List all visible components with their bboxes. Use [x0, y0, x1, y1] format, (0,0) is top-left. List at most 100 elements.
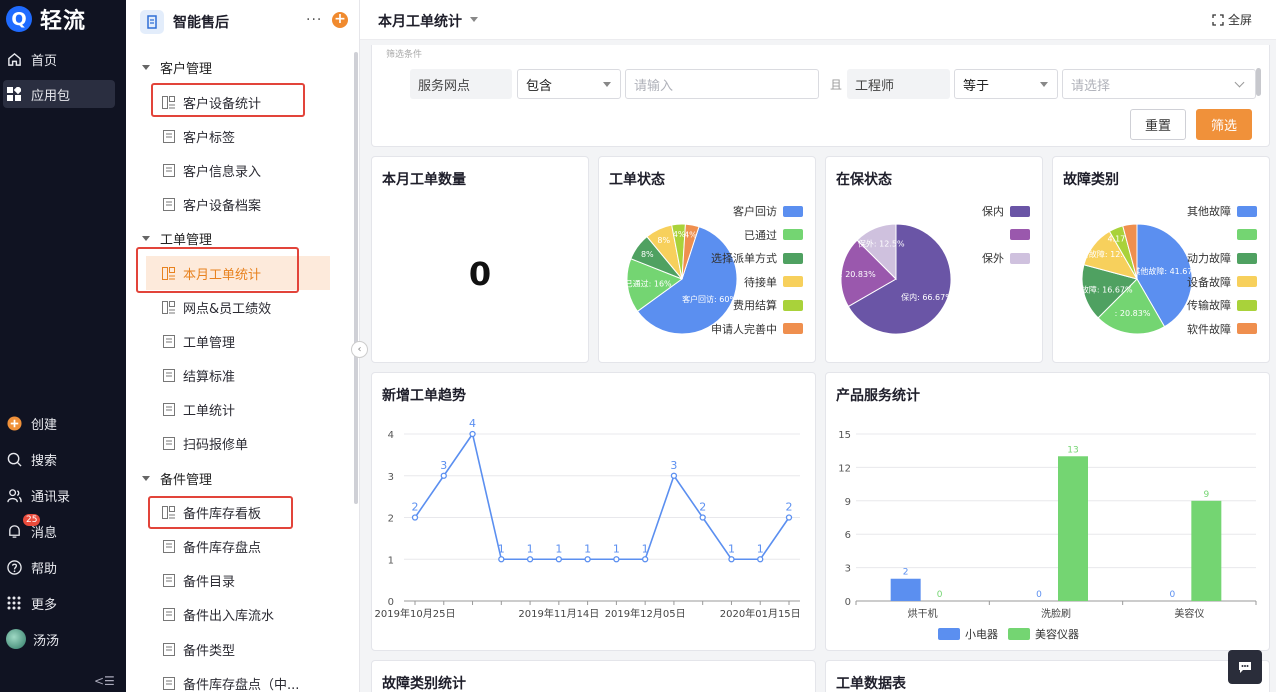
add-item-button[interactable]: +: [332, 12, 348, 28]
trend-point[interactable]: [728, 556, 735, 563]
bar[interactable]: [1058, 456, 1088, 601]
page-title[interactable]: 本月工单统计: [378, 11, 462, 31]
filter-op-engineer-select[interactable]: 等于: [954, 69, 1058, 99]
sidebar-item-label: 客户信息录入: [183, 164, 262, 180]
trend-point[interactable]: [670, 472, 678, 479]
legend-item[interactable]: 动力故障: [1187, 251, 1257, 265]
x-tick-label: 2019年11月14日: [518, 607, 599, 620]
sidebar-item-parts-stocktake-mid[interactable]: 备件库存盘点（中...: [146, 669, 330, 692]
sidebar-item-scan-repair[interactable]: 扫码报修单: [146, 429, 330, 457]
brand-name: 轻流: [40, 9, 87, 34]
trend-point[interactable]: [440, 472, 447, 479]
legend-item[interactable]: [1231, 228, 1257, 242]
trend-point[interactable]: [498, 556, 505, 563]
fullscreen-button[interactable]: 全屏: [1212, 11, 1252, 28]
chat-support-button[interactable]: [1228, 650, 1262, 684]
title-dropdown-icon[interactable]: [470, 17, 478, 22]
sidebar-item-settlement-standard[interactable]: 结算标准: [146, 361, 330, 389]
nav-item-more[interactable]: 更多: [0, 589, 126, 617]
nav-item-create[interactable]: 创建: [0, 409, 126, 437]
bar[interactable]: [1191, 500, 1222, 601]
group-customer-management[interactable]: 客户管理: [142, 57, 212, 77]
sidebar-scrollbar[interactable]: [354, 52, 358, 504]
card-fault-type: 故障类别 其他故障: 41.67%: 20.83% 动力故障: 16.67% 设备故…: [1052, 156, 1270, 363]
legend-item[interactable]: 费用结算: [733, 298, 803, 312]
trend-point[interactable]: [699, 514, 706, 521]
legend-swatch[interactable]: [938, 628, 960, 640]
sidebar-item-monthly-order-stats[interactable]: 本月工单统计: [146, 256, 330, 290]
legend-item[interactable]: 传输故障: [1187, 298, 1257, 312]
legend-item[interactable]: 保内: [982, 204, 1030, 218]
sidebar-item-parts-inventory-board[interactable]: 备件库存看板: [146, 498, 330, 526]
legend-item[interactable]: 客户回访: [733, 204, 803, 218]
data-label: 0: [937, 590, 943, 600]
home-icon: [6, 51, 22, 67]
sidebar-item-parts-flow[interactable]: 备件出入库流水: [146, 600, 330, 628]
bar[interactable]: [890, 578, 921, 601]
group-work-order-management[interactable]: 工单管理: [142, 228, 212, 248]
nav-item-help[interactable]: 帮助: [0, 553, 126, 581]
legend-item[interactable]: [1004, 228, 1030, 242]
trend-point[interactable]: [469, 430, 476, 438]
trend-point[interactable]: [785, 514, 793, 521]
sidebar-item-parts-type[interactable]: 备件类型: [146, 635, 330, 663]
legend-label: 保内: [982, 205, 1004, 218]
filter-field-branch: 服务网点: [410, 69, 512, 99]
legend-item[interactable]: 选择派单方式: [711, 251, 803, 265]
legend-item[interactable]: 设备故障: [1187, 275, 1257, 289]
slice-label: 8%: [641, 250, 654, 259]
reset-button[interactable]: 重置: [1130, 109, 1186, 140]
trend-point[interactable]: [584, 556, 591, 563]
trend-point[interactable]: [757, 556, 764, 563]
legend-item[interactable]: 已通过: [744, 228, 803, 242]
dashboard-icon: [162, 505, 175, 519]
nav-item-messages[interactable]: 25 消息: [0, 514, 126, 545]
sidebar-item-branch-performance[interactable]: 网点&员工绩效: [146, 293, 330, 321]
trend-point[interactable]: [613, 556, 620, 563]
collapse-nav-icon[interactable]: <☰: [94, 674, 115, 688]
slice-label: 动力故障: 16.67%: [1065, 284, 1133, 294]
nav-item-search[interactable]: 搜索: [0, 445, 126, 473]
legend-item[interactable]: 待接单: [744, 275, 803, 289]
legend-item[interactable]: 保外: [982, 251, 1030, 265]
nav-item-app-package[interactable]: 应用包: [3, 80, 115, 108]
nav-label: 帮助: [31, 561, 58, 577]
product-service-bar-chart: 0 3 6 9 12 15 烘干机 2 0 洗脸刷 0 13 美容仪 0 9 小电器 美容仪器: [838, 430, 1257, 641]
trend-point[interactable]: [642, 556, 649, 563]
nav-item-contacts[interactable]: 通讯录: [0, 481, 126, 509]
more-options-icon[interactable]: ···: [306, 12, 322, 28]
filter-scrollbar[interactable]: [1256, 68, 1261, 96]
filter-engineer-select[interactable]: 请选择: [1062, 69, 1256, 99]
card-product-service: 产品服务统计 0 3 6 9 12 15 烘干机 2 0 洗脸刷 0 13 美容仪 0 9 小电器 美容仪器: [825, 372, 1270, 651]
sidebar-item-parts-stocktake[interactable]: 备件库存盘点: [146, 532, 330, 560]
trend-point[interactable]: [526, 556, 534, 563]
filter-button[interactable]: 筛选: [1196, 109, 1252, 140]
legend-swatch[interactable]: [1008, 628, 1030, 640]
data-label: 2: [786, 501, 793, 514]
legend-item[interactable]: 申请人完善中: [711, 322, 803, 336]
collapse-sidebar-icon[interactable]: ‹: [351, 341, 368, 358]
caret-down-icon: [142, 64, 150, 70]
nav-item-home[interactable]: 首页: [0, 45, 126, 73]
brand-logo[interactable]: Q 轻流: [6, 6, 87, 34]
nav-item-user[interactable]: 汤汤: [0, 625, 126, 653]
sidebar-item-label: 扫码报修单: [183, 437, 249, 453]
sidebar-item-order-stats[interactable]: 工单统计: [146, 395, 330, 423]
sidebar-item-customer-info-entry[interactable]: 客户信息录入: [146, 156, 330, 184]
sidebar-item-customer-tags[interactable]: 客户标签: [146, 122, 330, 150]
filter-field-engineer: 工程师: [847, 69, 950, 99]
x-tick-label: 烘干机: [908, 607, 938, 620]
filter-op-branch-select[interactable]: 包含: [517, 69, 621, 99]
group-spare-parts[interactable]: 备件管理: [142, 468, 212, 488]
sidebar-item-work-orders[interactable]: 工单管理: [146, 327, 330, 355]
sidebar-item-customer-device-stats[interactable]: 客户设备统计: [146, 88, 330, 116]
trend-point[interactable]: [411, 514, 419, 521]
card-title: 工单数据表: [836, 676, 906, 692]
legend-item[interactable]: 其他故障: [1187, 204, 1257, 218]
sidebar-item-customer-device-archive[interactable]: 客户设备档案: [146, 190, 330, 218]
sidebar-item-parts-catalog[interactable]: 备件目录: [146, 566, 330, 594]
trend-point[interactable]: [555, 556, 562, 563]
filter-branch-input[interactable]: 请输入: [625, 69, 819, 99]
y-tick-label: 15: [838, 430, 851, 441]
legend-item[interactable]: 软件故障: [1187, 322, 1257, 336]
